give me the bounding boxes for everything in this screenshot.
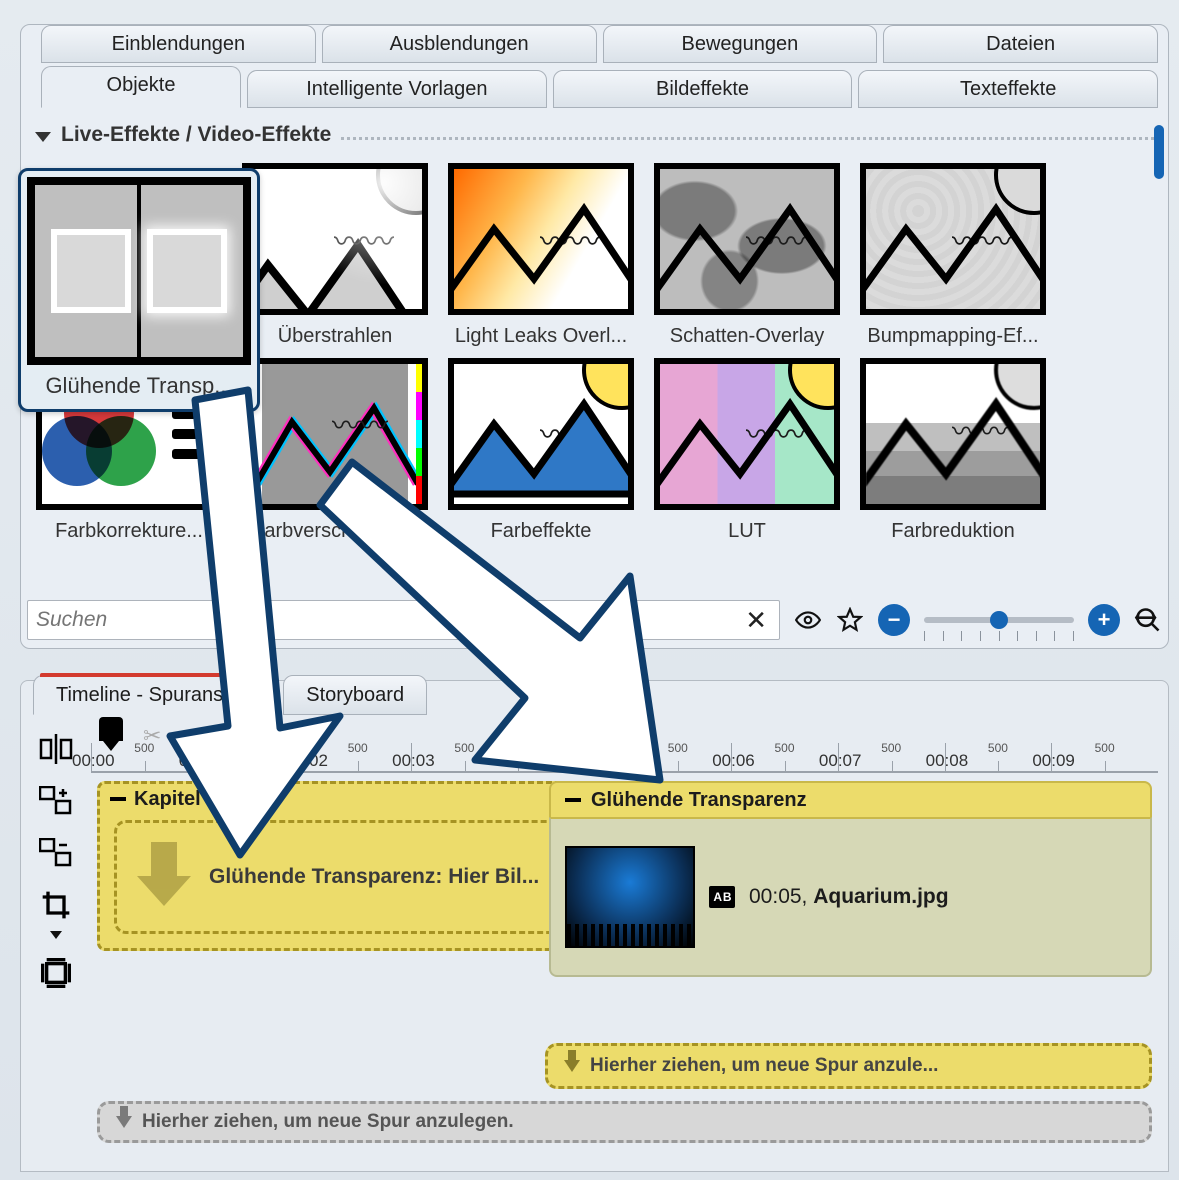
drop-text: Glühende Transparenz: Hier Bil... [209, 865, 539, 889]
tab-bildeffekte[interactable]: Bildeffekte [553, 70, 853, 108]
label: Überstrahlen [278, 325, 393, 348]
section-dots [341, 137, 1160, 140]
thumb-schatten: 〰〰 [654, 163, 840, 315]
effect-ueberstrahlen[interactable]: 〰〰 Überstrahlen [237, 163, 433, 348]
thumb-farbversch: 〰〰 [242, 358, 428, 510]
star-icon[interactable] [836, 606, 864, 634]
effect-schatten-overlay[interactable]: 〰〰 Schatten-Overlay [649, 163, 845, 348]
hint-text: Hierher ziehen, um neue Spur anzule... [590, 1055, 938, 1077]
zoom-handle[interactable] [990, 611, 1008, 629]
label: Farbreduktion [891, 520, 1014, 543]
section-header[interactable]: Live-Effekte / Video-Effekte [21, 109, 1168, 151]
clip-thumbnail [565, 846, 695, 948]
label: Light Leaks Overl... [455, 325, 627, 348]
label: Glühende Transp... [27, 373, 251, 399]
tab-ausblendungen[interactable]: Ausblendungen [322, 25, 597, 63]
tab-objekte[interactable]: Objekte [41, 66, 241, 108]
effect-clip[interactable]: Glühende Transparenz A B 00:05, Aquarium… [549, 781, 1152, 1041]
tab-timeline-spuransicht[interactable]: Timeline - Spuransicht [33, 675, 277, 715]
clear-icon[interactable]: ✕ [741, 605, 771, 636]
label: Bumpmapping-Ef... [867, 325, 1038, 348]
tool-crop-icon[interactable] [36, 887, 76, 923]
effect-farbreduktion[interactable]: 〰〰 Farbreduktion [855, 358, 1051, 543]
ab-badge-icon: A B [709, 886, 735, 908]
new-track-hint-right[interactable]: Hierher ziehen, um neue Spur anzule... [545, 1043, 1152, 1089]
timeline-body: ✂ 00:00500 00:01500 00:02500 00:03500 00… [21, 717, 1168, 1171]
timeline-tracks: Kapitel Glühende Transparenz: Hier Bil..… [91, 777, 1158, 1161]
clip-title: Glühende Transparenz [591, 789, 807, 812]
thumb-farbeffekte: 〰〰 [448, 358, 634, 510]
section-title: Live-Effekte / Video-Effekte [61, 123, 331, 147]
label: Farbkorrekture... [55, 520, 203, 543]
timeline-ruler[interactable]: ✂ 00:00500 00:01500 00:02500 00:03500 00… [91, 721, 1158, 773]
tab-einblendungen[interactable]: Einblendungen [41, 25, 316, 63]
new-track-hint-full[interactable]: Hierher ziehen, um neue Spur anzulegen. [97, 1101, 1152, 1143]
scrollbar[interactable] [1152, 125, 1164, 592]
drop-arrow-icon [137, 842, 191, 912]
collapse-dash-icon [110, 797, 126, 801]
effect-lightleaks[interactable]: 〰〰 Light Leaks Overl... [443, 163, 639, 348]
label: Schatten-Overlay [670, 325, 825, 348]
thumb-gluehende-transp [27, 177, 251, 365]
zoom-in-button[interactable]: + [1088, 604, 1120, 636]
zoom-slider[interactable] [924, 617, 1074, 623]
tool-dropdown-icon[interactable] [50, 931, 62, 939]
down-arrow-icon [564, 1060, 580, 1072]
hint-text: Hierher ziehen, um neue Spur anzulegen. [142, 1111, 514, 1133]
tool-remove-track-icon[interactable] [36, 835, 76, 871]
label: Farbeffekte [491, 520, 592, 543]
ruler-ticks: 00:00500 00:01500 00:02500 00:03500 00:0… [91, 743, 1158, 771]
tool-split-icon[interactable] [36, 731, 76, 767]
collapse-dash-icon [565, 798, 581, 802]
thumb-bump: 〰〰 [860, 163, 1046, 315]
effect-gluehende-transparenz[interactable]: Glühende Transp... [18, 168, 260, 412]
effect-bumpmapping[interactable]: 〰〰 Bumpmapping-Ef... [855, 163, 1051, 348]
tool-fit-icon[interactable] [36, 955, 76, 991]
down-arrow-icon [116, 1116, 132, 1128]
clip-body[interactable]: A B 00:05, Aquarium.jpg [549, 817, 1152, 977]
clip-header[interactable]: Glühende Transparenz [549, 781, 1152, 817]
thumb-lut: 〰〰 [654, 358, 840, 510]
collapse-icon [35, 132, 51, 142]
tab-dateien[interactable]: Dateien [883, 25, 1158, 63]
tab-storyboard[interactable]: Storyboard [283, 675, 427, 715]
timeline-panel: Timeline - Spuransicht Storyboard [20, 680, 1169, 1172]
tab-texteffekte[interactable]: Texteffekte [858, 70, 1158, 108]
zoom-out-button[interactable]: − [878, 604, 910, 636]
tab-bewegungen[interactable]: Bewegungen [603, 25, 878, 63]
search-input-box[interactable]: ✕ [27, 600, 780, 640]
scrollbar-thumb[interactable] [1154, 125, 1164, 179]
tab-intelligente-vorlagen[interactable]: Intelligente Vorlagen [247, 70, 547, 108]
tool-add-track-icon[interactable] [36, 783, 76, 819]
tabs-lower-row: Objekte Intelligente Vorlagen Bildeffekt… [41, 66, 1158, 108]
eye-icon[interactable] [794, 606, 822, 634]
effect-lut[interactable]: 〰〰 LUT [649, 358, 845, 543]
label: LUT [728, 520, 766, 543]
effect-farbeffekte[interactable]: 〰〰 Farbeffekte [443, 358, 639, 543]
clip-text: 00:05, Aquarium.jpg [749, 885, 949, 909]
playhead[interactable] [99, 717, 123, 741]
thumb-ueberstrahlen: 〰〰 [242, 163, 428, 315]
zoom-fit-icon[interactable] [1134, 606, 1162, 634]
search-row: ✕ − + [27, 600, 1162, 640]
label: Farbverschiebun... [252, 520, 418, 543]
effect-farbversch[interactable]: 〰〰 Farbverschiebun... [237, 358, 433, 543]
tabs-upper-row: Einblendungen Ausblendungen Bewegungen D… [41, 25, 1158, 63]
search-input[interactable] [36, 608, 741, 632]
timeline-tabs: Timeline - Spuransicht Storyboard [33, 675, 427, 715]
chapter-title: Kapitel [134, 788, 201, 811]
thumb-lightleaks: 〰〰 [448, 163, 634, 315]
thumb-farbreduktion: 〰〰 [860, 358, 1046, 510]
